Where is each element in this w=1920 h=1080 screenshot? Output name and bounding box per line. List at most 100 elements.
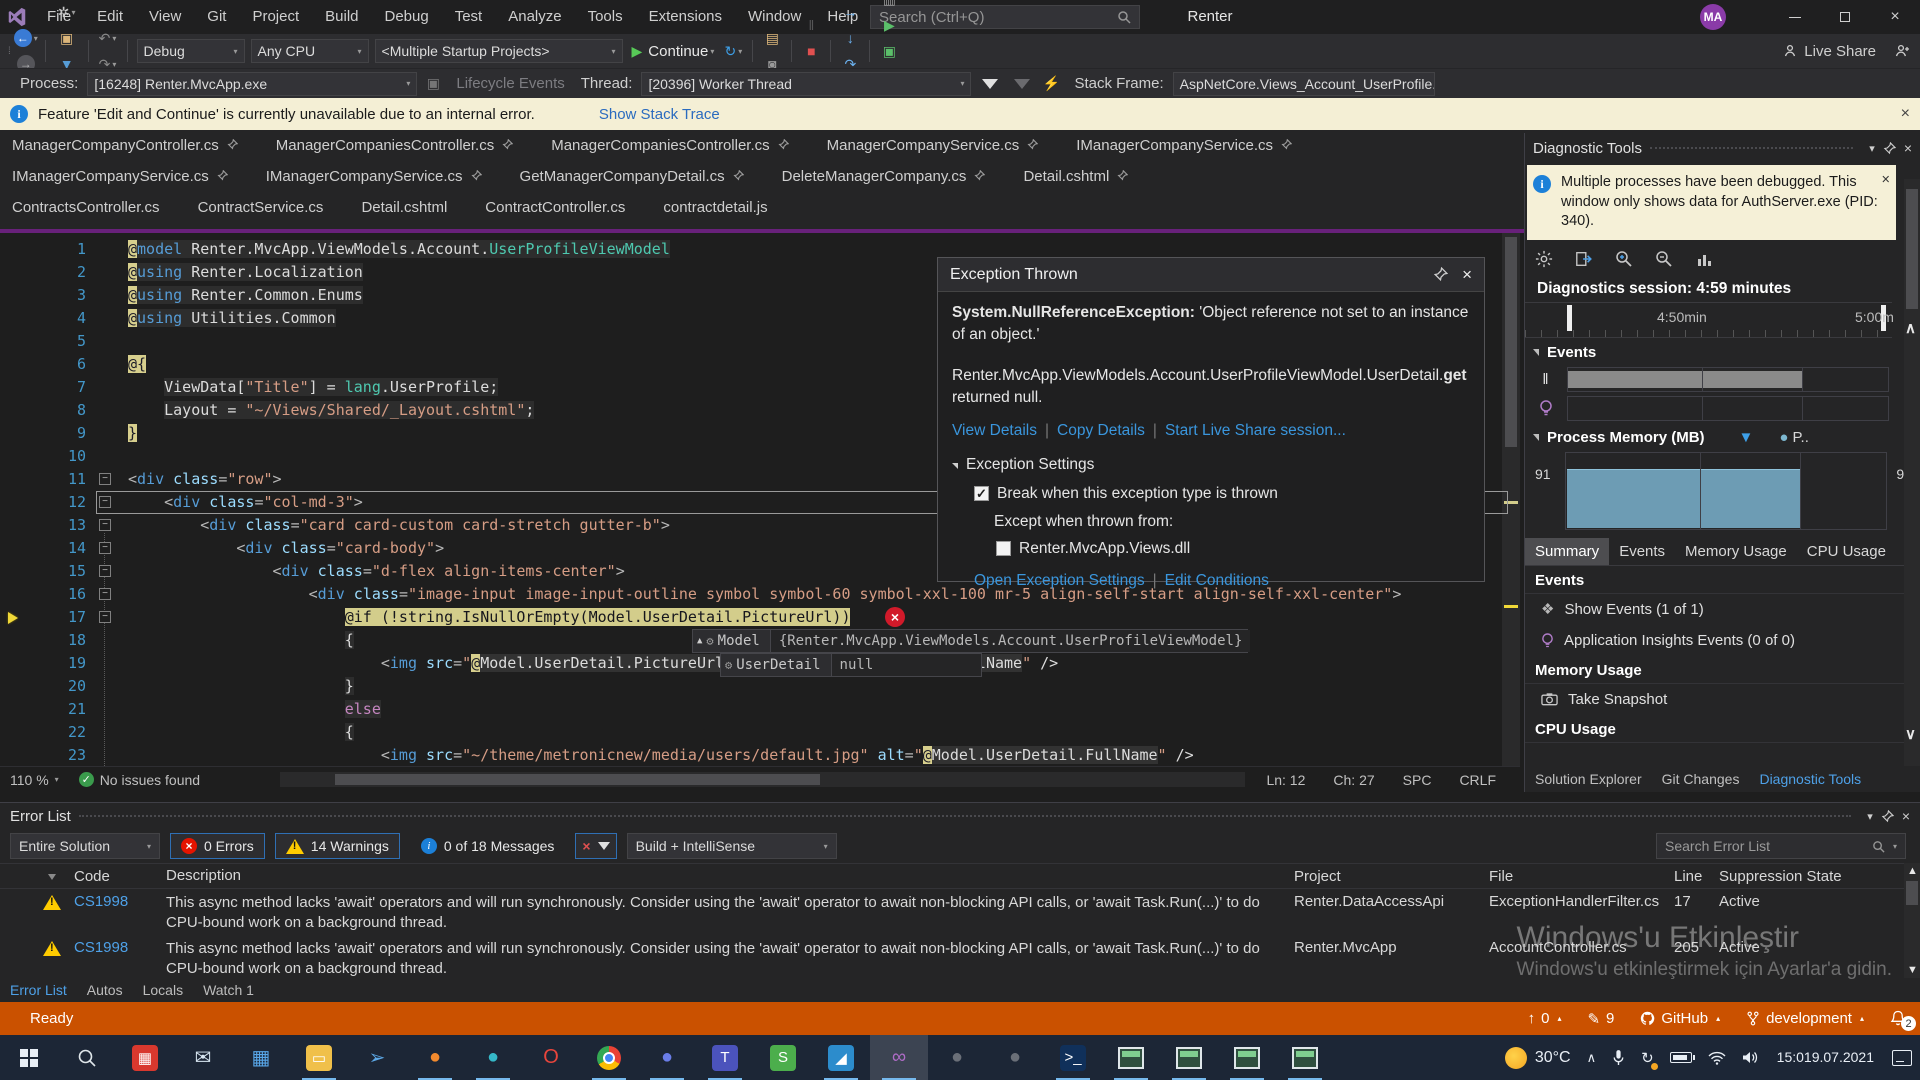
show-next-statement-icon[interactable]: → (838, 0, 862, 25)
menu-item-tools[interactable]: Tools (575, 0, 636, 34)
column-file[interactable]: File (1489, 868, 1674, 885)
show-stack-trace-link[interactable]: Show Stack Trace (599, 106, 720, 123)
app-dark-2-icon[interactable]: ● (986, 1035, 1044, 1080)
document-tab[interactable]: Detail.cshtml (349, 192, 459, 223)
tool-tab-diagnostic-tools[interactable]: Diagnostic Tools (1749, 771, 1871, 787)
pin-icon[interactable] (1281, 137, 1292, 154)
continue-button[interactable]: ▶ Continue ▾ (632, 43, 715, 60)
document-tab[interactable]: IManagerCompanyService.cs (0, 161, 240, 192)
column-project[interactable]: Project (1294, 868, 1489, 885)
window-preview-2-icon[interactable] (1160, 1035, 1218, 1080)
collapse-icon[interactable]: ▲ (697, 636, 702, 646)
checkbox-unchecked-icon[interactable] (996, 541, 1011, 556)
error-list-search-box[interactable]: Search Error List ▾ (1656, 833, 1906, 859)
store-icon[interactable]: ▦ (232, 1035, 290, 1080)
document-tab[interactable]: contractdetail.js (651, 192, 779, 223)
lifecycle-events-label[interactable]: Lifecycle Events (456, 75, 564, 92)
scroll-down-chevron-icon[interactable]: ∨ (1905, 725, 1916, 743)
fold-collapse-icon[interactable]: − (99, 565, 111, 577)
tool-tab-git-changes[interactable]: Git Changes (1652, 771, 1750, 787)
menu-item-view[interactable]: View (136, 0, 194, 34)
copy-details-link[interactable]: Copy Details (1057, 422, 1145, 439)
bottom-tab-autos[interactable]: Autos (77, 982, 133, 998)
document-tab[interactable]: ContractsController.cs (0, 192, 172, 223)
app-red-icon[interactable]: ▦ (116, 1035, 174, 1080)
zoom-level-dropdown[interactable]: 110 %▾ (0, 772, 69, 788)
messages-filter-button[interactable]: i0 of 18 Messages (410, 833, 566, 859)
fold-collapse-icon[interactable]: − (99, 473, 111, 485)
spaces-indicator[interactable]: SPC (1389, 772, 1446, 788)
datatip-row-model[interactable]: ▲ ⚙ Model {Renter.MvcApp.ViewModels.Acco… (692, 629, 1248, 653)
settings-gear-icon[interactable] (1535, 250, 1553, 268)
fold-collapse-icon[interactable]: − (99, 588, 111, 600)
process-dropdown[interactable]: [16248] Renter.MvcApp.exe▾ (87, 72, 417, 96)
build-intellisense-dropdown[interactable]: Build + IntelliSense▾ (627, 833, 837, 859)
scroll-up-chevron-icon[interactable]: ∧ (1905, 319, 1916, 337)
diagnostics-timeline[interactable]: 4:50min 5:00m (1525, 302, 1892, 338)
twitter-icon[interactable]: ➢ (348, 1035, 406, 1080)
quick-search-box[interactable]: Search (Ctrl+Q) (870, 5, 1140, 29)
error-code-link[interactable]: CS1998 (74, 893, 166, 910)
clear-filters-button[interactable]: × (575, 833, 616, 859)
toolbar-grip[interactable]: ⁞ (8, 46, 9, 57)
vscode-icon[interactable]: ◢ (812, 1035, 870, 1080)
filter-flagged-icon[interactable] (1014, 79, 1030, 89)
diagnostics-tab-cpu-usage[interactable]: CPU Usage (1797, 538, 1896, 565)
run-terminal-icon[interactable]: ▶ (877, 12, 901, 38)
exception-settings-header[interactable]: Exception Settings (952, 454, 1470, 476)
warnings-filter-button[interactable]: 14 Warnings (275, 833, 400, 859)
document-tab[interactable]: ManagerCompaniesController.cs (539, 130, 800, 161)
diagnostics-tab-summary[interactable]: Summary (1525, 538, 1609, 565)
solution-explorer-icon[interactable]: ▥ (877, 0, 901, 12)
visual-studio-icon[interactable]: ∞ (870, 1035, 928, 1080)
taskbar-clock[interactable]: 15:01 9.07.2021 (1767, 1035, 1884, 1080)
repository-button[interactable]: GitHub▴ (1640, 1010, 1720, 1027)
battery-tray-icon[interactable] (1662, 1035, 1700, 1080)
stop-debugging-icon[interactable]: ■ (799, 38, 823, 64)
parallel-stacks-icon[interactable]: ⚡ (1039, 71, 1063, 97)
terminal-icon[interactable]: >_ (1044, 1035, 1102, 1080)
infobar-close-icon[interactable]: × (1882, 171, 1890, 191)
chart-options-icon[interactable] (1695, 250, 1713, 268)
app-dark-1-icon[interactable]: ● (928, 1035, 986, 1080)
error-code-link[interactable]: CS1998 (74, 939, 166, 956)
dll-checkbox-row[interactable]: Renter.MvcApp.Views.dll (996, 538, 1470, 560)
discord-icon[interactable]: ● (638, 1035, 696, 1080)
infobar-close-icon[interactable]: × (1901, 105, 1910, 123)
thread-dropdown[interactable]: [20396] Worker Thread▾ (641, 72, 971, 96)
menu-item-extensions[interactable]: Extensions (636, 0, 735, 34)
sharex-icon[interactable]: S (754, 1035, 812, 1080)
mail-icon[interactable]: ✉ (174, 1035, 232, 1080)
action-center-icon[interactable] (1884, 1035, 1920, 1080)
events-section-header[interactable]: Events (1525, 338, 1920, 365)
taskbar-search-button[interactable] (58, 1035, 116, 1080)
send-feedback-icon[interactable] (1894, 34, 1912, 68)
exception-location-icon[interactable]: × (885, 607, 905, 627)
checkbox-checked-icon[interactable] (974, 486, 989, 501)
weather-widget[interactable]: 30°C (1497, 1035, 1579, 1080)
code-line[interactable]: else (0, 698, 1520, 721)
filter-threads-icon[interactable] (982, 79, 998, 89)
error-list-row[interactable]: CS1998This async method lacks 'await' op… (0, 935, 1920, 981)
notifications-bell-icon[interactable]: 2 (1890, 1010, 1906, 1027)
tray-expand-chevron[interactable]: ∧ (1579, 1035, 1605, 1080)
new-project-icon[interactable]: ✲▾ (53, 0, 81, 25)
opera-icon[interactable]: O (522, 1035, 580, 1080)
window-preview-1-icon[interactable] (1102, 1035, 1160, 1080)
pin-icon[interactable] (778, 137, 789, 154)
startup-projects-dropdown[interactable]: <Multiple Startup Projects>▾ (375, 39, 623, 63)
menu-item-git[interactable]: Git (194, 0, 239, 34)
edge-icon[interactable]: ● (464, 1035, 522, 1080)
code-line[interactable]: } (0, 675, 1520, 698)
zoom-in-icon[interactable] (1615, 250, 1633, 268)
column-suppression[interactable]: Suppression State (1719, 868, 1889, 885)
scope-dropdown[interactable]: Entire Solution▾ (10, 833, 160, 859)
health-indicator[interactable]: ✓ No issues found (69, 772, 210, 788)
start-live-share-link[interactable]: Start Live Share session... (1165, 422, 1346, 439)
step-into-icon[interactable]: ↓ (838, 25, 862, 51)
menu-item-test[interactable]: Test (442, 0, 496, 34)
break-events-track[interactable] (1567, 367, 1889, 392)
bottom-tab-watch-1[interactable]: Watch 1 (193, 982, 264, 998)
fold-collapse-icon[interactable]: − (99, 611, 111, 623)
user-avatar[interactable]: MA (1700, 4, 1726, 30)
